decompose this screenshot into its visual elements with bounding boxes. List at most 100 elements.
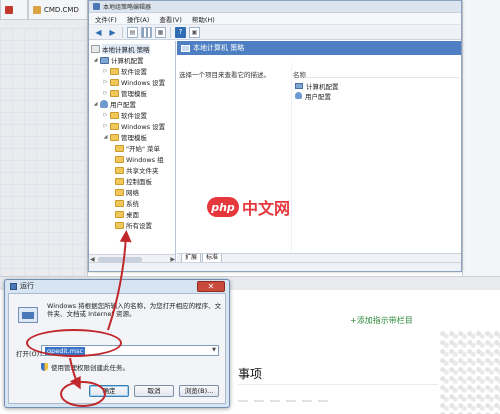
folder-icon	[110, 122, 119, 130]
details-header-title: 本地计算机 策略	[193, 44, 245, 52]
shield-icon	[41, 363, 48, 371]
screenshot-stage: CMD.CMD 本地组策略编辑器 文件(F) 操作(A) 查看(V) 帮助(H)…	[0, 0, 500, 414]
php-logo: php	[207, 197, 239, 217]
window-title: 本地组策略编辑器	[103, 4, 152, 11]
cancel-button[interactable]: 取消	[134, 385, 174, 397]
menu-action[interactable]: 操作(A)	[127, 14, 150, 24]
collapse-arrow-icon[interactable]: ◢	[93, 57, 98, 63]
menu-help[interactable]: 帮助(H)	[192, 14, 215, 24]
menu-bar: 文件(F) 操作(A) 查看(V) 帮助(H)	[89, 13, 461, 25]
pane-divider	[291, 63, 292, 253]
show-tree-icon[interactable]: ▤	[127, 26, 138, 38]
tree-item-shared-folders[interactable]: 共享文件夹	[115, 165, 159, 175]
folder-icon	[115, 188, 124, 196]
tree-item-user-windows-settings[interactable]: ▷ Windows 设置	[103, 121, 165, 131]
policy-icon	[91, 45, 100, 53]
tree-item-user-software-settings[interactable]: ▷ 软件设置	[103, 110, 147, 120]
list-item-label: 计算机配置	[306, 82, 339, 91]
admin-note: 使用管理权限创建此任务。	[41, 362, 129, 372]
tree-item-windows-settings[interactable]: ▷ Windows 设置	[103, 77, 165, 87]
column-header-name[interactable]: 名称	[293, 69, 459, 79]
browse-button[interactable]: 浏览(B)...	[179, 385, 219, 397]
folder-icon	[110, 111, 119, 119]
tree-item-all-settings[interactable]: 所有设置	[115, 220, 152, 230]
tree-item-user-config[interactable]: ◢ 用户配置	[93, 99, 136, 109]
run-dialog-title-bar[interactable]: 运行	[5, 280, 229, 292]
tree-item-label: Windows 组	[126, 156, 164, 164]
collapse-arrow-icon[interactable]: ◢	[93, 101, 98, 107]
list-item-label: 用户配置	[305, 92, 331, 101]
toolbar-divider	[122, 26, 123, 38]
computer-icon	[100, 56, 109, 64]
policy-tree-pane: 本地计算机 策略 ◢ 计算机配置 ▷ 软件设置 ▷ Windows 设置 ▷ 管…	[89, 41, 176, 263]
tree-item-admin-templates[interactable]: ▷ 管理模板	[103, 88, 147, 98]
file-icon	[5, 5, 13, 14]
expand-arrow-icon[interactable]: ▷	[103, 79, 108, 85]
folder-icon	[115, 210, 124, 218]
dialog-buttons: 确定 取消 浏览(B)...	[89, 385, 219, 397]
tree-item-label: 管理模板	[121, 90, 147, 98]
tree-item-user-admin-templates[interactable]: ◢ 管理模板	[103, 132, 147, 142]
chevron-down-icon[interactable]: ▼	[210, 346, 218, 355]
menu-view[interactable]: 查看(V)	[159, 14, 182, 24]
expand-arrow-icon[interactable]: ▷	[103, 123, 108, 129]
tree-item-start-menu[interactable]: "开始" 菜单	[115, 143, 160, 153]
details-pane: 本地计算机 策略 选择一个项目来查看它的描述。 名称 计算机配置 用户配置 扩展…	[177, 41, 461, 263]
tree-item-desktop[interactable]: 桌面	[115, 209, 139, 219]
export-list-icon[interactable]: ▦	[155, 26, 166, 38]
php-watermark: php 中文网	[207, 195, 290, 219]
tree-item-label: 计算机配置	[111, 57, 144, 65]
tree-item-label: 所有设置	[126, 222, 152, 230]
group-policy-editor-window: 本地组策略编辑器 文件(F) 操作(A) 查看(V) 帮助(H) ◀ ▶ ▤ ▦…	[88, 0, 462, 272]
list-item-user-config[interactable]: 用户配置	[295, 91, 331, 101]
tree-item-label: 本地计算机 策略	[102, 44, 150, 54]
window-title-bar[interactable]: 本地组策略编辑器	[89, 1, 461, 13]
back-arrow-icon[interactable]: ◀	[93, 27, 104, 38]
tree-item-computer-config[interactable]: ◢ 计算机配置	[93, 55, 144, 65]
tree-item-system[interactable]: 系统	[115, 198, 139, 208]
admin-note-text: 使用管理权限创建此任务。	[51, 364, 129, 372]
expand-arrow-icon[interactable]: ▷	[103, 68, 108, 74]
toolbar-divider	[170, 26, 171, 38]
forward-arrow-icon[interactable]: ▶	[107, 27, 118, 38]
computer-icon	[181, 44, 190, 52]
tree-item-label: Windows 设置	[121, 79, 166, 87]
computer-icon	[295, 82, 303, 89]
folder-icon	[110, 89, 119, 97]
close-button[interactable]: ✕	[197, 281, 225, 292]
user-icon	[100, 100, 108, 108]
list-view-icon[interactable]	[141, 26, 152, 38]
watermark-text: 中文网	[242, 199, 291, 218]
background-tab-1[interactable]	[0, 0, 28, 20]
folder-icon	[33, 5, 41, 14]
folder-icon	[110, 133, 119, 141]
list-item-computer-config[interactable]: 计算机配置	[295, 81, 339, 91]
tree-item-label: 桌面	[126, 211, 139, 219]
properties-icon[interactable]: ▣	[189, 26, 200, 38]
toolbar: ◀ ▶ ▤ ▦ ? ▣	[89, 25, 461, 40]
expand-arrow-icon[interactable]: ▷	[103, 112, 108, 118]
collapse-arrow-icon[interactable]: ◢	[103, 134, 108, 140]
webpage-footer-marks	[238, 400, 328, 402]
background-explorer-pane	[0, 0, 88, 300]
decorative-pattern	[440, 330, 500, 414]
run-description: Windows 将根据您所输入的名称，为您打开相应的程序、文件夹、文档或 Int…	[47, 302, 222, 318]
expand-arrow-icon[interactable]: ▷	[103, 90, 108, 96]
status-bar	[89, 262, 461, 271]
help-icon[interactable]: ?	[175, 26, 186, 38]
add-column-link[interactable]: +添加指示带栏目	[350, 315, 413, 326]
tree-item-network[interactable]: 网络	[115, 187, 139, 197]
tree-item-local-computer-policy[interactable]: 本地计算机 策略	[91, 44, 150, 54]
tree-item-windows-components[interactable]: Windows 组	[115, 154, 164, 164]
tree-item-software-settings[interactable]: ▷ 软件设置	[103, 66, 147, 76]
tree-item-label: 管理模板	[121, 134, 147, 142]
menu-file[interactable]: 文件(F)	[95, 14, 117, 24]
folder-icon	[115, 199, 124, 207]
folder-icon	[115, 177, 124, 185]
background-tab-2[interactable]: CMD.CMD	[28, 0, 88, 20]
tree-item-label: 共享文件夹	[126, 167, 159, 175]
tree-item-control-panel[interactable]: 控制面板	[115, 176, 152, 186]
item-description: 选择一个项目来查看它的描述。	[179, 71, 270, 79]
highlight-ellipse-ok	[60, 381, 106, 407]
folder-icon	[115, 144, 124, 152]
